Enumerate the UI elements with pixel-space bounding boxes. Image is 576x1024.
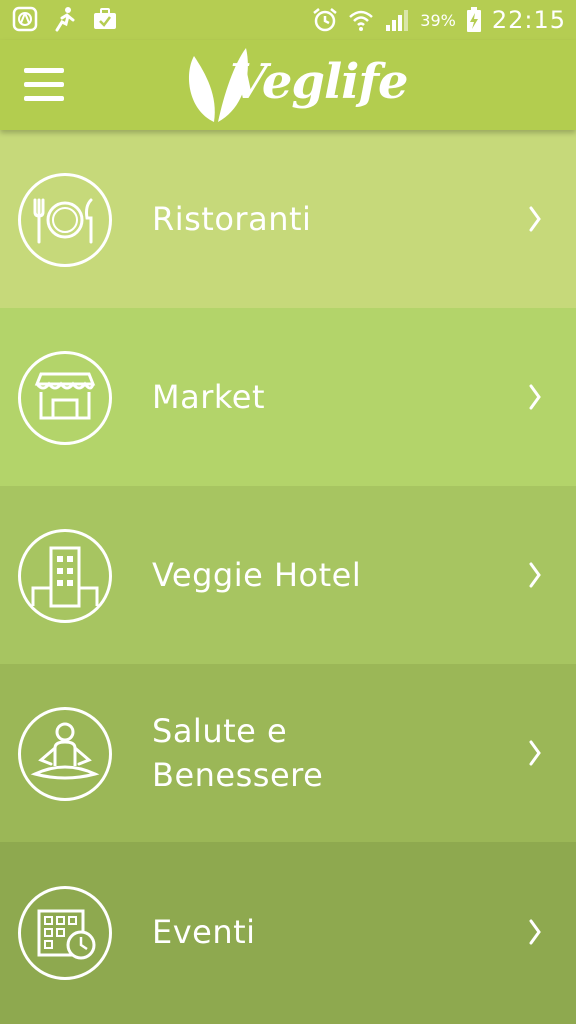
- app-logo: Veglife: [184, 44, 409, 128]
- market-storefront-icon: [18, 351, 112, 445]
- hamburger-line: [24, 82, 64, 87]
- activity-icon: [55, 7, 75, 32]
- status-bar-right-icons: 39% 22:15: [312, 6, 566, 34]
- hamburger-menu-button[interactable]: [24, 66, 64, 106]
- chevron-right-icon: [529, 919, 541, 945]
- status-bar-left-icons: [12, 6, 118, 32]
- chevron-right-icon: [529, 206, 541, 232]
- hamburger-line: [24, 96, 64, 101]
- menu-item-label: Ristoranti: [152, 200, 312, 238]
- meditation-person-icon: [18, 707, 112, 801]
- restaurant-plate-icon: [18, 173, 112, 267]
- status-time: 22:15: [491, 6, 566, 34]
- menu-item-veggie-hotel[interactable]: Veggie Hotel: [0, 486, 576, 664]
- menu-item-label: Salute e Benessere: [152, 712, 324, 794]
- hotel-building-icon: [18, 529, 112, 623]
- menu-item-label: Veggie Hotel: [152, 556, 362, 594]
- menu-item-ristoranti[interactable]: Ristoranti: [0, 130, 576, 308]
- android-icon: [12, 6, 38, 32]
- chevron-right-icon: [529, 562, 541, 588]
- menu-item-market[interactable]: Market: [0, 308, 576, 486]
- app-bar: Veglife: [0, 40, 576, 130]
- menu-item-label: Market: [152, 378, 265, 416]
- signal-icon: [386, 10, 409, 31]
- menu-item-label: Eventi: [152, 913, 256, 951]
- status-bar: 39% 22:15: [0, 0, 576, 40]
- chevron-right-icon: [529, 740, 541, 766]
- battery-percent: 39%: [420, 10, 456, 30]
- alarm-icon: [313, 8, 338, 32]
- hamburger-line: [24, 68, 64, 73]
- menu-item-eventi[interactable]: Eventi: [0, 842, 576, 1022]
- briefcase-check-icon: [94, 8, 116, 29]
- battery-charging-icon: [466, 7, 481, 32]
- chevron-right-icon: [529, 384, 541, 410]
- menu-item-salute-e-benessere[interactable]: Salute e Benessere: [0, 664, 576, 842]
- calendar-clock-icon: [18, 886, 112, 980]
- wifi-icon: [349, 10, 374, 31]
- logo-text: Veglife: [230, 54, 409, 110]
- category-menu: Ristoranti Market Veggie Hotel Salute e …: [0, 130, 576, 1022]
